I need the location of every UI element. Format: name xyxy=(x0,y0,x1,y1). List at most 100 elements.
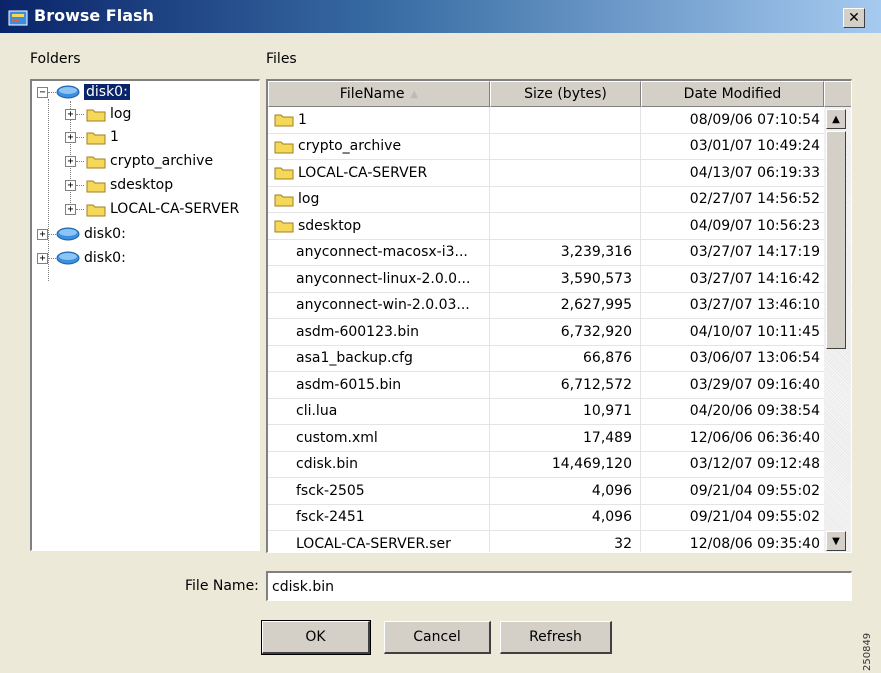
tree-node-1[interactable]: + 1 xyxy=(65,126,119,148)
table-row[interactable]: asdm-600123.bin 6,732,920 04/10/07 10:11:4… xyxy=(268,319,824,346)
table-row[interactable]: anyconnect-linux-2.0.0... 3,590,573 03/27/… xyxy=(268,266,824,293)
tree-node-sdesktop[interactable]: + sdesktop xyxy=(65,174,173,196)
scroll-down-button[interactable]: ▼ xyxy=(826,531,846,551)
table-row[interactable]: fsck-2451 4,096 09/21/04 09:55:02 xyxy=(268,504,824,531)
vertical-scrollbar[interactable]: ▲ ▼ xyxy=(824,107,851,552)
table-row[interactable]: custom.xml 17,489 12/06/06 06:36:40 xyxy=(268,425,824,452)
expand-icon[interactable]: + xyxy=(65,108,76,120)
tree-node-label: disk0: xyxy=(84,84,130,100)
table-row[interactable]: log 02/27/07 14:56:52 xyxy=(268,186,824,213)
cell-date-modified: 04/13/07 06:19:33 xyxy=(689,164,820,181)
scroll-thumb[interactable] xyxy=(826,131,846,349)
filename-text: 1 xyxy=(298,111,307,128)
table-row[interactable]: anyconnect-macosx-i3... 3,239,316 03/27/07… xyxy=(268,239,824,266)
cell-size xyxy=(490,133,641,159)
expand-icon[interactable]: + xyxy=(65,179,76,191)
cell-filename: asa1_backup.cfg xyxy=(268,345,490,371)
close-button[interactable]: ✕ xyxy=(843,8,865,28)
cell-date-modified: 03/01/07 10:49:24 xyxy=(689,138,820,155)
tree-node-label: sdesktop xyxy=(110,177,174,193)
cell-date-modified: 04/10/07 10:11:45 xyxy=(689,323,820,340)
filename-text: LOCAL-CA-SERVER.ser xyxy=(296,535,451,552)
tree-node-crypto-archive[interactable]: + crypto_archive xyxy=(65,150,213,172)
folder-icon xyxy=(274,194,294,207)
table-row[interactable]: cli.lua 10,971 04/20/06 09:38:54 xyxy=(268,398,824,425)
cell-date-modified: 09/21/04 09:55:02 xyxy=(689,509,820,526)
filename-text: anyconnect-win-2.0.03... xyxy=(296,297,470,314)
filename-text: fsck-2505 xyxy=(296,482,365,499)
tree-node-disk0-2[interactable]: + disk0: xyxy=(37,223,126,245)
cell-date-modified: 03/06/07 13:06:54 xyxy=(689,350,820,367)
cell-filename: fsck-2505 xyxy=(268,478,490,504)
file-rows: 1 08/09/06 07:10:54 crypto_archive 03/01/07… xyxy=(268,107,824,552)
figure-id: 250849 xyxy=(862,632,873,671)
table-row[interactable]: crypto_archive 03/01/07 10:49:24 xyxy=(268,133,824,160)
tree-node-label: 1 xyxy=(110,129,119,145)
file-name-label: File Name: xyxy=(185,578,259,594)
filename-text: crypto_archive xyxy=(298,138,402,155)
table-row[interactable]: LOCAL-CA-SERVER.ser 32 12/08/06 09:35:40 xyxy=(268,531,824,552)
title-bar: Browse Flash ✕ xyxy=(0,0,881,33)
filename-text: asdm-6015.bin xyxy=(296,376,402,393)
cell-size xyxy=(490,186,641,212)
window-title: Browse Flash xyxy=(34,6,154,25)
scroll-up-button[interactable]: ▲ xyxy=(826,109,846,129)
filename-text: anyconnect-macosx-i3... xyxy=(296,244,468,261)
folder-icon xyxy=(274,141,294,154)
cell-size: 3,590,573 xyxy=(490,266,641,292)
folder-icon xyxy=(86,109,106,121)
cell-size: 6,712,572 xyxy=(490,372,641,398)
column-header-date-modified[interactable]: Date Modified xyxy=(641,81,824,107)
filename-text: fsck-2451 xyxy=(296,509,365,526)
table-row[interactable]: 1 08/09/06 07:10:54 xyxy=(268,107,824,134)
expand-icon[interactable]: + xyxy=(37,252,48,264)
column-header-filename[interactable]: FileName ▲ xyxy=(268,81,490,107)
refresh-button[interactable]: Refresh xyxy=(500,621,612,654)
table-row[interactable]: sdesktop 04/09/07 10:56:23 xyxy=(268,213,824,240)
cell-size: 2,627,995 xyxy=(490,292,641,318)
cell-filename: anyconnect-macosx-i3... xyxy=(268,239,490,265)
cell-date-modified: 03/27/07 14:17:19 xyxy=(689,244,820,261)
cell-filename: cdisk.bin xyxy=(268,451,490,477)
folder-icon xyxy=(86,132,106,144)
table-row[interactable]: asdm-6015.bin 6,712,572 03/29/07 09:16:40 xyxy=(268,372,824,399)
ok-button[interactable]: OK xyxy=(261,620,371,655)
tree-node-log[interactable]: + log xyxy=(65,103,131,125)
expand-icon[interactable]: + xyxy=(65,131,76,143)
tree-node-label: LOCAL-CA-SERVER xyxy=(110,201,240,217)
filename-text: asdm-600123.bin xyxy=(296,323,419,340)
cell-size: 10,971 xyxy=(490,398,641,424)
tree-node-local-ca-server[interactable]: + LOCAL-CA-SERVER xyxy=(65,198,239,220)
column-header-size[interactable]: Size (bytes) xyxy=(490,81,641,107)
tree-node-label: disk0: xyxy=(84,226,126,242)
folder-icon xyxy=(86,204,106,216)
table-row[interactable]: asa1_backup.cfg 66,876 03/06/07 13:06:54 xyxy=(268,345,824,372)
cancel-button[interactable]: Cancel xyxy=(384,621,491,654)
cell-filename: anyconnect-linux-2.0.0... xyxy=(268,266,490,292)
filename-text: log xyxy=(298,191,320,208)
cell-date-modified: 03/27/07 13:46:10 xyxy=(689,297,820,314)
folder-tree[interactable]: − disk0: + log + 1 + crypto_archive + sd… xyxy=(30,79,260,551)
file-table[interactable]: FileName ▲ Size (bytes) Date Modified 10… xyxy=(266,79,852,553)
expand-icon[interactable]: + xyxy=(65,203,76,215)
close-icon: ✕ xyxy=(848,10,860,26)
table-row[interactable]: LOCAL-CA-SERVER 04/13/07 06:19:33 xyxy=(268,160,824,187)
cell-filename: 1 xyxy=(268,107,490,133)
folder-icon xyxy=(274,167,294,180)
cell-size: 14,469,120 xyxy=(490,451,641,477)
tree-node-label: crypto_archive xyxy=(110,153,214,169)
table-row[interactable]: fsck-2505 4,096 09/21/04 09:55:02 xyxy=(268,478,824,505)
cell-filename: asdm-600123.bin xyxy=(268,319,490,345)
table-row[interactable]: cdisk.bin 14,469,120 03/12/07 09:12:48 xyxy=(268,451,824,478)
expand-icon[interactable]: + xyxy=(65,155,76,167)
tree-node-disk0-3[interactable]: + disk0: xyxy=(37,247,126,269)
table-header: FileName ▲ Size (bytes) Date Modified xyxy=(268,81,851,107)
file-name-input[interactable] xyxy=(266,571,852,601)
expand-icon[interactable]: + xyxy=(37,228,48,240)
cell-size: 4,096 xyxy=(490,478,641,504)
tree-node-disk0-root[interactable]: − disk0: xyxy=(37,81,130,103)
tree-node-label: log xyxy=(110,106,132,122)
collapse-icon[interactable]: − xyxy=(37,86,48,98)
cell-date-modified: 08/09/06 07:10:54 xyxy=(689,111,820,128)
table-row[interactable]: anyconnect-win-2.0.03... 2,627,995 03/27/0… xyxy=(268,292,824,319)
